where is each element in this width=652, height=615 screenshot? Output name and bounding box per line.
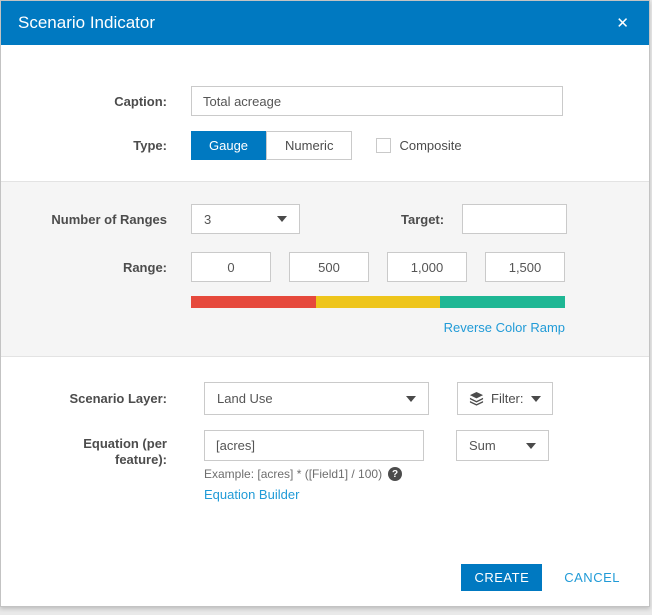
range-label: Range: (122, 259, 167, 275)
ranges-section: Number of Ranges 3 Target: Range: 0 500 … (1, 181, 649, 357)
caption-input[interactable] (191, 86, 563, 116)
ramp-segment-red (191, 296, 316, 308)
chevron-down-icon (526, 442, 536, 449)
aggregation-dropdown[interactable]: Sum (456, 430, 549, 461)
color-ramp (191, 296, 566, 308)
range-input-3[interactable] (387, 252, 467, 282)
composite-label: Composite (399, 138, 462, 153)
scenario-layer-dropdown[interactable]: Land Use (204, 382, 429, 415)
range-input-2[interactable] (289, 252, 369, 282)
dialog-title: Scenario Indicator (18, 13, 156, 32)
scenario-layer-label: Scenario Layer: (69, 391, 167, 406)
number-of-ranges-value: 3 (204, 211, 212, 227)
caption-label: Caption: (114, 93, 167, 109)
ramp-segment-green (440, 296, 566, 308)
target-label: Target: (401, 211, 445, 227)
target-input[interactable] (462, 204, 568, 234)
chevron-down-icon (406, 395, 416, 402)
caption-row: Caption: (1, 86, 649, 116)
aggregation-value: Sum (469, 438, 496, 453)
color-ramp-area: Reverse Color Ramp (191, 296, 566, 337)
cancel-button[interactable]: CANCEL (564, 570, 620, 585)
scenario-indicator-dialog: Scenario Indicator ✕ Caption: Type: Gaug… (0, 0, 650, 607)
type-row: Type: Gauge Numeric Composite (1, 131, 649, 160)
filter-label: Filter: (491, 391, 524, 406)
scenario-layer-value: Land Use (217, 391, 273, 406)
dialog-footer: CREATE CANCEL (461, 564, 620, 591)
chevron-down-icon (277, 216, 287, 222)
type-label: Type: (133, 138, 167, 153)
equation-example: Example: [acres] * ([Field1] / 100) ? (204, 467, 549, 481)
reverse-color-ramp-link[interactable]: Reverse Color Ramp (444, 320, 565, 335)
range-input-1[interactable] (191, 252, 271, 282)
close-icon[interactable]: ✕ (614, 14, 631, 33)
help-icon[interactable]: ? (388, 467, 403, 481)
type-gauge-button[interactable]: Gauge (191, 131, 267, 160)
create-button[interactable]: CREATE (461, 564, 543, 591)
dialog-header: Scenario Indicator ✕ (1, 1, 649, 45)
range-inputs (191, 252, 565, 282)
range-row: Range: (1, 252, 649, 282)
filter-button[interactable]: Filter: (457, 382, 553, 415)
chevron-down-icon (530, 395, 541, 402)
number-of-ranges-row: Number of Ranges 3 Target: (1, 204, 649, 234)
equation-input[interactable] (204, 430, 424, 461)
scenario-layer-row: Scenario Layer: Land Use Filter: (1, 382, 649, 415)
number-of-ranges-label: Number of Ranges (51, 211, 167, 227)
equation-builder-link[interactable]: Equation Builder (204, 487, 299, 502)
range-input-4[interactable] (485, 252, 565, 282)
equation-label: Equation (per feature): (83, 436, 167, 468)
equation-content: Sum Example: [acres] * ([Field1] / 100) … (204, 430, 549, 504)
ramp-segment-yellow (315, 296, 441, 308)
number-of-ranges-dropdown[interactable]: 3 (191, 204, 300, 234)
composite-checkbox[interactable] (376, 138, 392, 153)
layers-icon (469, 391, 484, 406)
type-segmented-control: Gauge Numeric (191, 131, 353, 160)
equation-row: Equation (per feature): Sum Example: [ac… (1, 430, 649, 504)
dialog-body: Caption: Type: Gauge Numeric Composite N… (1, 86, 649, 504)
type-numeric-button[interactable]: Numeric (266, 131, 353, 160)
